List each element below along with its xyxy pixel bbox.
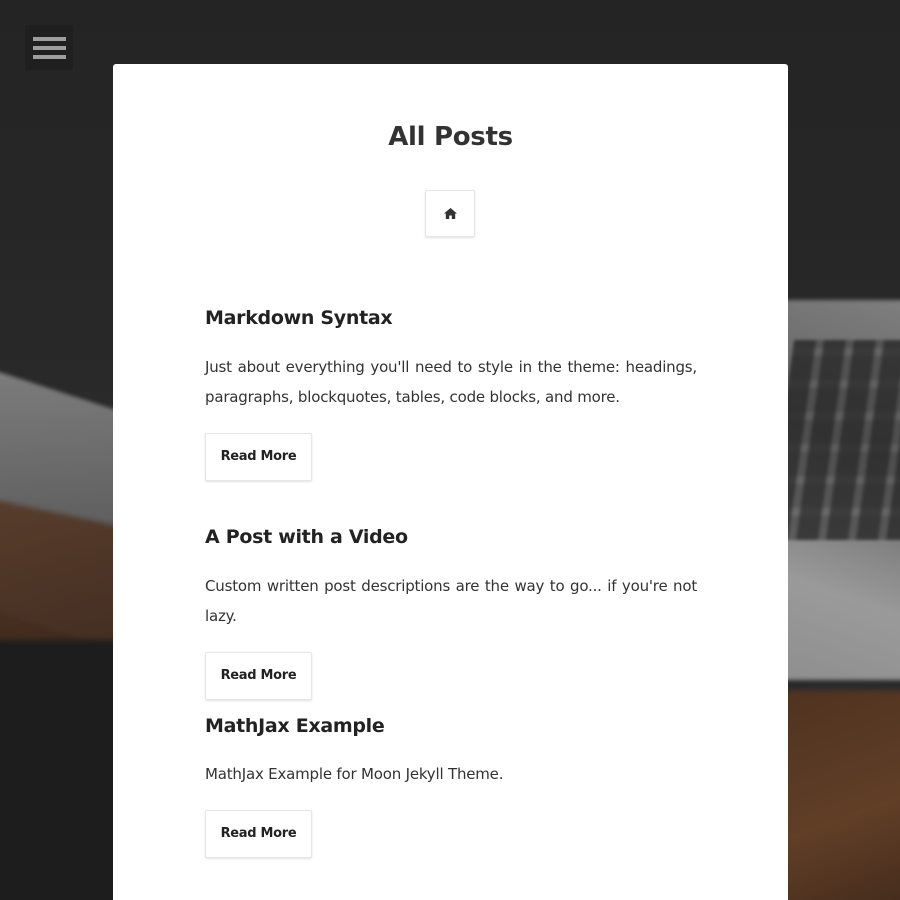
- menu-bar: [32, 36, 66, 41]
- menu-bar: [32, 45, 66, 50]
- post-description: Just about everything you'll need to sty…: [205, 358, 697, 406]
- post-title[interactable]: MathJax Example: [205, 714, 697, 738]
- home-button[interactable]: [425, 190, 475, 237]
- read-more-button[interactable]: Read More: [205, 810, 312, 858]
- post-item: Markdown Syntax Just about everything yo…: [205, 306, 697, 481]
- post-description: MathJax Example for Moon Jekyll Theme.: [205, 765, 504, 783]
- post-item: MathJax Example MathJax Example for Moon…: [205, 714, 697, 858]
- post-item: A Post with a Video Custom written post …: [205, 525, 697, 700]
- page-title: All Posts: [388, 122, 513, 152]
- post-title[interactable]: Markdown Syntax: [205, 306, 697, 330]
- hamburger-menu-icon[interactable]: [25, 25, 73, 70]
- read-more-button[interactable]: Read More: [205, 652, 312, 700]
- home-icon: [443, 208, 457, 219]
- post-description: Custom written post descriptions are the…: [205, 577, 697, 625]
- read-more-button[interactable]: Read More: [205, 433, 312, 481]
- post-title[interactable]: A Post with a Video: [205, 525, 697, 549]
- menu-bar: [32, 54, 66, 59]
